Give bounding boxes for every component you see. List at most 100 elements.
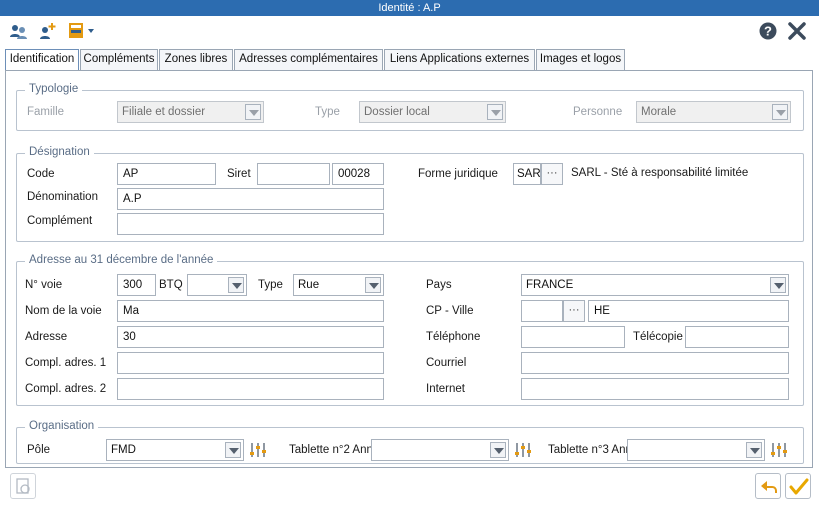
close-icon[interactable] [787,22,807,40]
personne-select[interactable]: Morale [636,101,791,123]
type-voie-value: Rue [298,279,320,291]
designation-group: Désignation Code AP Siret 00028 Forme ju… [16,146,804,242]
personne-label: Personne [573,106,623,118]
forme-juridique-lookup-button[interactable]: ··· [541,163,563,185]
undo-button[interactable] [755,473,781,499]
tablette-3-label: Tablette n°3 Ann [548,444,632,456]
code-label: Code [27,168,55,180]
designation-legend: Désignation [25,146,94,158]
print-button[interactable] [10,473,36,499]
adresse-group: Adresse au 31 décembre de l'année N° voi… [16,254,804,406]
tablette-3-select[interactable] [627,439,765,461]
pays-value: FRANCE [526,279,574,291]
compl-adresse-2-label: Compl. adres. 2 [25,383,107,395]
window-title-bar: Identité : A.P [0,0,819,16]
pole-select[interactable]: FMD [106,439,244,461]
chevron-down-icon [490,442,506,458]
chevron-down-icon [228,277,244,293]
tablette-2-select[interactable] [371,439,509,461]
internet-field[interactable] [521,378,789,400]
users-icon[interactable] [9,22,29,40]
adresse-field[interactable]: 30 [117,326,384,348]
organisation-legend: Organisation [25,420,99,432]
forme-juridique-field[interactable]: SAR [513,163,541,185]
compl-adresse-1-field[interactable] [117,352,384,374]
type-voie-label: Type [258,279,283,291]
internet-label: Internet [426,383,465,395]
siret-label: Siret [227,168,251,180]
chevron-down-icon [770,277,786,293]
numero-voie-field[interactable]: 300 [117,274,156,296]
famille-label: Famille [27,106,65,118]
pays-select[interactable]: FRANCE [521,274,789,296]
filter-settings-icon[interactable] [769,439,789,461]
code-postal-field[interactable] [521,300,563,322]
ville-field[interactable]: HE [588,300,789,322]
filter-settings-icon[interactable] [513,439,533,461]
adresse-legend: Adresse au 31 décembre de l'année [25,254,218,266]
layout-menu-icon[interactable] [68,22,94,40]
add-user-icon[interactable] [38,22,58,40]
denomination-label: Dénomination [27,191,98,203]
courriel-label: Courriel [426,357,467,369]
code-field[interactable]: AP [117,163,216,185]
undo-arrow-icon [759,477,779,500]
tab-zones-libres[interactable]: Zones libres [159,49,233,70]
tab-complements[interactable]: Compléments [80,49,158,70]
telephone-field[interactable] [521,326,625,348]
siret-field[interactable] [257,163,330,185]
complement-field[interactable] [117,213,384,235]
forme-juridique-description: SARL - Sté à responsabilité limitée [571,167,749,179]
filter-settings-icon[interactable] [248,439,268,461]
pole-label: Pôle [27,444,51,456]
type-voie-select[interactable]: Rue [293,274,384,296]
check-icon [789,477,809,500]
famille-select[interactable]: Filiale et dossier [117,101,264,123]
ville-lookup-button[interactable]: ··· [563,300,585,322]
telephone-label: Téléphone [426,331,481,343]
chevron-down-icon [365,277,381,293]
chevron-down-icon [772,104,788,120]
chevron-down-icon [225,442,241,458]
identification-panel: Typologie Famille Filiale et dossier Typ… [5,70,813,468]
typologie-group: Typologie Famille Filiale et dossier Typ… [16,83,804,131]
chevron-down-icon [746,442,762,458]
tablette-2-label: Tablette n°2 Ann [289,444,373,456]
courriel-field[interactable] [521,352,789,374]
help-icon[interactable]: ? [758,22,778,40]
validate-button[interactable] [785,473,811,499]
forme-juridique-label: Forme juridique [418,168,498,180]
nom-voie-label: Nom de la voie [25,305,102,317]
type-value: Dossier local [364,106,430,118]
compl-adresse-1-label: Compl. adres. 1 [25,357,107,369]
cp-ville-label: CP - Ville [426,305,474,317]
complement-label: Complément [27,215,93,227]
nom-voie-field[interactable]: Ma [117,300,384,322]
siret-suffix-field[interactable]: 00028 [332,163,384,185]
chevron-down-icon [487,104,503,120]
numero-voie-label: N° voie [25,279,63,291]
btq-label: BTQ [159,279,183,291]
window-title: Identité : A.P [378,2,441,14]
compl-adresse-2-field[interactable] [117,378,384,400]
type-select[interactable]: Dossier local [359,101,506,123]
telecopie-field[interactable] [685,326,789,348]
svg-text:?: ? [764,24,772,39]
tab-adresses-complementaires[interactable]: Adresses complémentaires [234,49,383,70]
pays-label: Pays [426,279,452,291]
document-icon [14,477,32,498]
tab-images-logos[interactable]: Images et logos [536,49,625,70]
personne-value: Morale [641,106,677,118]
organisation-group: Organisation Pôle FMD Tablette n°2 Ann T… [16,420,804,464]
tab-identification[interactable]: Identification [5,49,79,71]
btq-select[interactable] [187,274,247,296]
famille-value: Filiale et dossier [122,106,206,118]
denomination-field[interactable]: A.P [117,188,384,210]
typologie-legend: Typologie [25,83,83,95]
adresse-label: Adresse [25,331,68,343]
telecopie-label: Télécopie [633,331,683,343]
chevron-down-icon [245,104,261,120]
toolbar: ? [0,16,819,46]
tab-liens-applications[interactable]: Liens Applications externes [384,49,535,70]
type-label: Type [315,106,340,118]
